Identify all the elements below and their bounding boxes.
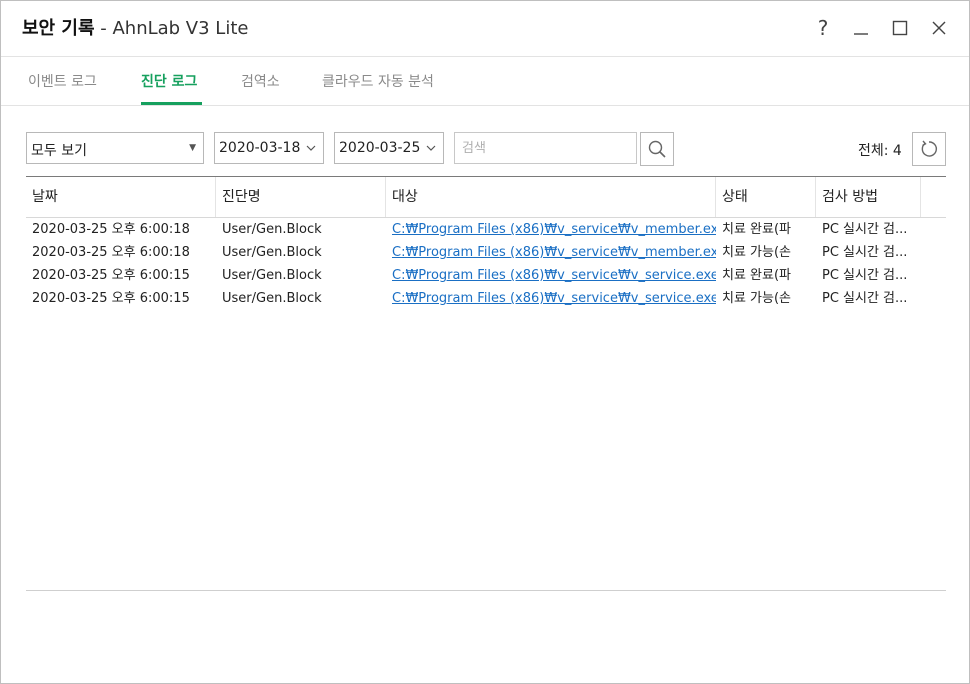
close-icon[interactable] [927,15,951,41]
column-header-detection-name[interactable]: 진단명 [216,177,386,217]
column-header-status[interactable]: 상태 [716,177,816,217]
cell-status: 치료 완료(파 [722,268,792,283]
cell-status: 치료 완료(파 [722,222,792,237]
cell-scan-method: PC 실시간 검... [822,291,908,306]
table-row[interactable]: 2020-03-25 오후 6:00:18 User/Gen.Block C:₩… [26,218,946,241]
chevron-down-icon [306,143,316,155]
start-date-value: 2020-03-18 [219,140,301,156]
tab-diagnosis-log[interactable]: 진단 로그 [141,71,197,91]
title-bar[interactable]: 보안 기록 - AhnLab V3 Lite ? [1,1,969,57]
cell-date: 2020-03-25 오후 6:00:18 [32,245,190,260]
cell-detection-name: User/Gen.Block [222,291,322,306]
cell-scan-method: PC 실시간 검... [822,268,908,283]
cell-target-link[interactable]: C:₩Program Files (x86)₩v_service₩v_servi… [386,287,716,310]
security-log-window: 보안 기록 - AhnLab V3 Lite ? 이벤트 로그 진단 로그 검역… [0,0,970,684]
window-title-separator: - [94,18,113,39]
search-input[interactable] [454,132,637,164]
cell-target-link[interactable]: C:₩Program Files (x86)₩v_service₩v_membe… [386,218,716,241]
search-icon [648,140,666,158]
search-button[interactable] [640,132,674,166]
cell-date: 2020-03-25 오후 6:00:15 [32,268,190,283]
window-title: 보안 기록 - AhnLab V3 Lite [22,17,248,41]
refresh-icon [921,140,938,157]
cell-status: 치료 가능(손 [722,291,792,306]
table-bottom-divider [26,590,946,591]
cell-date: 2020-03-25 오후 6:00:18 [32,222,190,237]
tab-event-log[interactable]: 이벤트 로그 [28,71,97,91]
caret-down-icon: ▼ [189,143,196,153]
minimize-icon[interactable] [849,15,873,41]
view-filter-dropdown[interactable]: 모두 보기 ▼ [26,132,204,164]
tab-quarantine[interactable]: 검역소 [241,71,280,91]
chevron-down-icon [426,143,436,155]
cell-target-link[interactable]: C:₩Program Files (x86)₩v_service₩v_membe… [386,241,716,264]
column-header-date[interactable]: 날짜 [26,177,216,217]
table-row[interactable]: 2020-03-25 오후 6:00:18 User/Gen.Block C:₩… [26,241,946,264]
end-date-value: 2020-03-25 [339,140,421,156]
start-date-picker[interactable]: 2020-03-18 [214,132,324,164]
view-filter-value: 모두 보기 [31,143,87,159]
active-tab-indicator [141,102,202,105]
cell-detection-name: User/Gen.Block [222,268,322,283]
window-title-app: AhnLab V3 Lite [112,18,249,39]
maximize-icon[interactable] [888,15,912,41]
refresh-button[interactable] [912,132,946,166]
end-date-picker[interactable]: 2020-03-25 [334,132,444,164]
tab-cloud-auto-analysis[interactable]: 클라우드 자동 분석 [322,71,434,91]
table-row[interactable]: 2020-03-25 오후 6:00:15 User/Gen.Block C:₩… [26,264,946,287]
cell-target-link[interactable]: C:₩Program Files (x86)₩v_service₩v_servi… [386,264,716,287]
table-row[interactable]: 2020-03-25 오후 6:00:15 User/Gen.Block C:₩… [26,287,946,310]
column-header-target[interactable]: 대상 [386,177,716,217]
column-header-scan-method[interactable]: 검사 방법 [816,177,921,217]
cell-detection-name: User/Gen.Block [222,222,322,237]
cell-date: 2020-03-25 오후 6:00:15 [32,291,190,306]
cell-scan-method: PC 실시간 검... [822,222,908,237]
cell-scan-method: PC 실시간 검... [822,245,908,260]
table-header: 날짜 진단명 대상 상태 검사 방법 [26,177,946,218]
total-count: 전체: 4 [858,143,902,159]
cell-status: 치료 가능(손 [722,245,792,260]
tab-bar: 이벤트 로그 진단 로그 검역소 클라우드 자동 분석 [1,57,969,106]
help-icon[interactable]: ? [811,15,835,41]
cell-detection-name: User/Gen.Block [222,245,322,260]
window-title-main: 보안 기록 [22,18,95,39]
